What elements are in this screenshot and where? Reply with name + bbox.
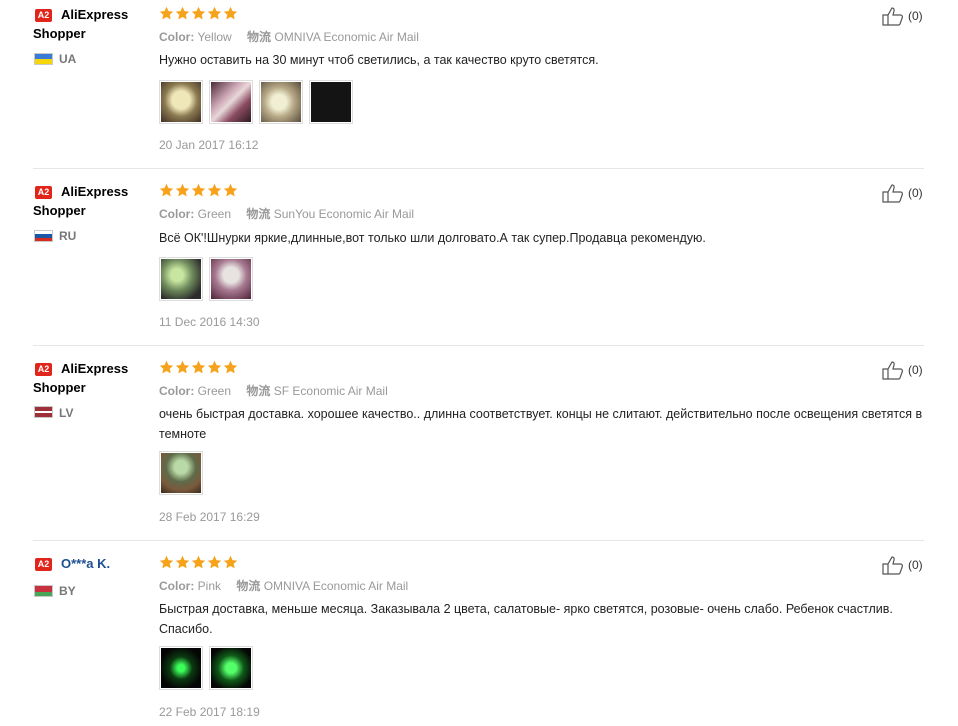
buyer-level-badge: A2 bbox=[35, 9, 52, 22]
reviewer-name-line2: Shopper bbox=[33, 26, 86, 41]
star-icon bbox=[175, 183, 190, 197]
review-divider bbox=[33, 540, 924, 541]
review-photo[interactable] bbox=[259, 80, 303, 124]
review-photos bbox=[159, 451, 203, 495]
order-info: Color: Yellow 物流 OMNIVA Economic Air Mai… bbox=[159, 29, 419, 45]
star-icon bbox=[159, 183, 174, 197]
star-icon bbox=[175, 6, 190, 20]
thumbs-up-icon bbox=[882, 7, 903, 26]
review-photo[interactable] bbox=[309, 80, 353, 124]
shipping-value: SF Economic Air Mail bbox=[273, 384, 388, 398]
review-photo[interactable] bbox=[159, 80, 203, 124]
country-flag-icon bbox=[34, 230, 53, 242]
shipping-label: 物流 bbox=[246, 384, 271, 398]
buyer-level-badge: A2 bbox=[35, 558, 52, 571]
review-photo[interactable] bbox=[159, 451, 203, 495]
helpful-count: (0) bbox=[908, 9, 923, 23]
color-label: Color: bbox=[159, 30, 195, 44]
color-label: Color: bbox=[159, 384, 195, 398]
reviewer-name[interactable]: O***a K. bbox=[61, 554, 110, 573]
helpful-count: (0) bbox=[908, 363, 923, 377]
star-icon bbox=[191, 183, 206, 197]
shipping-label: 物流 bbox=[236, 579, 261, 593]
helpful-count: (0) bbox=[908, 186, 923, 200]
shipping-value: OMNIVA Economic Air Mail bbox=[263, 579, 409, 593]
order-info: Color: Pink 物流 OMNIVA Economic Air Mail bbox=[159, 578, 408, 594]
review-text: Нужно оставить на 30 минут чтоб светилис… bbox=[159, 53, 599, 67]
star-rating bbox=[159, 555, 238, 571]
star-icon bbox=[159, 6, 174, 20]
review-photo[interactable] bbox=[209, 257, 253, 301]
star-icon bbox=[223, 183, 238, 197]
review-divider bbox=[33, 345, 924, 346]
reviewer-name-line2: Shopper bbox=[33, 203, 86, 218]
review-photo[interactable] bbox=[209, 646, 253, 690]
review-text: Быстрая доставка, меньше месяца. Заказыв… bbox=[159, 602, 893, 636]
star-icon bbox=[223, 360, 238, 374]
review-photo[interactable] bbox=[159, 646, 203, 690]
country-code: BY bbox=[59, 584, 76, 598]
reviewer-name: AliExpress bbox=[61, 7, 129, 22]
review-photos bbox=[159, 257, 253, 301]
star-icon bbox=[191, 555, 206, 569]
shipping-value: OMNIVA Economic Air Mail bbox=[274, 30, 419, 44]
star-icon bbox=[159, 555, 174, 569]
reviewer-name: AliExpress bbox=[61, 184, 129, 199]
star-icon bbox=[207, 6, 222, 20]
star-icon bbox=[175, 360, 190, 374]
country-flag-icon bbox=[34, 585, 53, 597]
review-text: очень быстрая доставка. хорошее качество… bbox=[159, 407, 923, 441]
star-icon bbox=[175, 555, 190, 569]
color-label: Color: bbox=[159, 579, 195, 593]
review-date: 20 Jan 2017 16:12 bbox=[159, 138, 259, 152]
buyer-level-badge: A2 bbox=[35, 186, 52, 199]
review-photos bbox=[159, 646, 253, 690]
helpful-button[interactable]: (0) bbox=[882, 555, 923, 575]
star-rating bbox=[159, 6, 238, 22]
order-info: Color: Green 物流 SunYou Economic Air Mail bbox=[159, 206, 414, 222]
color-value: Yellow bbox=[197, 30, 232, 44]
color-value: Green bbox=[197, 207, 232, 221]
helpful-count: (0) bbox=[908, 558, 923, 572]
review-text: Всё ОК'!Шнурки яркие,длинные,вот только … bbox=[159, 231, 706, 245]
review-photo[interactable] bbox=[209, 80, 253, 124]
star-icon bbox=[191, 360, 206, 374]
color-label: Color: bbox=[159, 207, 195, 221]
star-icon bbox=[223, 555, 238, 569]
reviewer-name: AliExpress bbox=[61, 361, 129, 376]
star-icon bbox=[223, 6, 238, 20]
star-rating bbox=[159, 360, 238, 376]
thumbs-up-icon bbox=[882, 184, 903, 203]
thumbs-up-icon bbox=[882, 361, 903, 380]
helpful-button[interactable]: (0) bbox=[882, 183, 923, 203]
buyer-level-badge: A2 bbox=[35, 363, 52, 376]
country-code: RU bbox=[59, 229, 77, 243]
shipping-label: 物流 bbox=[246, 207, 271, 221]
color-value: Pink bbox=[197, 579, 222, 593]
star-icon bbox=[207, 555, 222, 569]
reviewer-name-line2: Shopper bbox=[33, 380, 86, 395]
review-date: 28 Feb 2017 16:29 bbox=[159, 510, 260, 524]
country-code: UA bbox=[59, 52, 77, 66]
country-code: LV bbox=[59, 406, 74, 420]
country-flag-icon bbox=[34, 406, 53, 418]
star-icon bbox=[207, 183, 222, 197]
shipping-value: SunYou Economic Air Mail bbox=[273, 207, 415, 221]
star-icon bbox=[207, 360, 222, 374]
country-flag-icon bbox=[34, 53, 53, 65]
star-icon bbox=[159, 360, 174, 374]
review-photos bbox=[159, 80, 353, 124]
helpful-button[interactable]: (0) bbox=[882, 360, 923, 380]
review-divider bbox=[33, 168, 924, 169]
thumbs-up-icon bbox=[882, 556, 903, 575]
color-value: Green bbox=[197, 384, 232, 398]
helpful-button[interactable]: (0) bbox=[882, 6, 923, 26]
review-date: 22 Feb 2017 18:19 bbox=[159, 705, 260, 719]
order-info: Color: Green 物流 SF Economic Air Mail bbox=[159, 383, 388, 399]
star-rating bbox=[159, 183, 238, 199]
star-icon bbox=[191, 6, 206, 20]
shipping-label: 物流 bbox=[247, 30, 272, 44]
review-date: 11 Dec 2016 14:30 bbox=[159, 315, 260, 329]
review-photo[interactable] bbox=[159, 257, 203, 301]
